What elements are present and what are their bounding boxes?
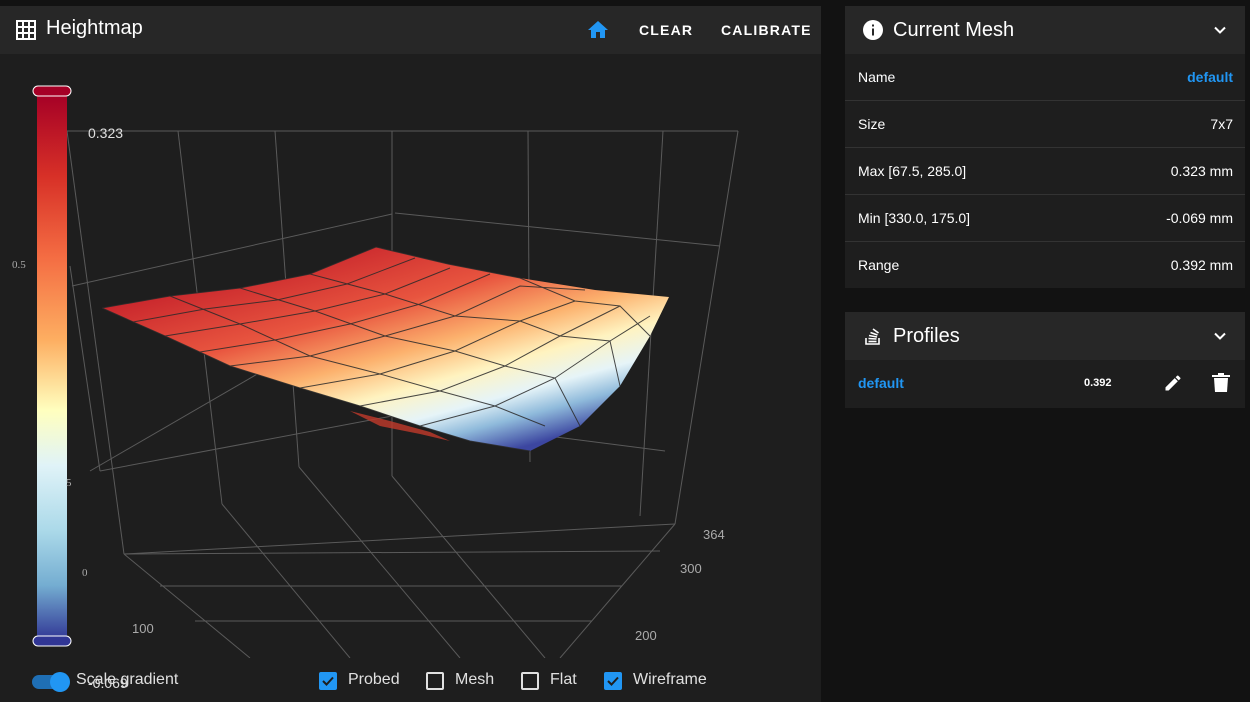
colorbar-max-handle[interactable]: [32, 85, 72, 97]
calibrate-button[interactable]: CALIBRATE: [721, 22, 812, 38]
mesh-row-value: 0.392 mm: [1170, 257, 1233, 273]
mesh-checkbox[interactable]: [426, 672, 444, 690]
wireframe-checkbox[interactable]: [604, 672, 622, 690]
mesh-row-label: Max [67.5, 285.0]: [858, 163, 967, 179]
y-tick-364: 364: [703, 527, 725, 542]
probed-label: Probed: [348, 671, 400, 688]
mesh-row-value: -0.069 mm: [1166, 210, 1233, 226]
clear-button[interactable]: CLEAR: [639, 22, 693, 38]
chevron-down-icon[interactable]: [1213, 23, 1227, 37]
mesh-row-min: Min [330.0, 175.0] -0.069 mm: [845, 194, 1245, 241]
colorbar-max-label: 0.323: [88, 125, 124, 141]
heightmap-title: Heightmap: [46, 17, 143, 39]
profile-name-link[interactable]: default: [858, 375, 904, 391]
profiles-card: Profiles default 0.392: [845, 312, 1245, 408]
flat-label: Flat: [550, 671, 577, 688]
mesh-label: Mesh: [455, 671, 495, 688]
mesh-row-range: Range 0.392 mm: [845, 241, 1245, 288]
heightmap-card: Heightmap CLEAR CALIBRATE 0.5 5 0 100 20…: [0, 6, 821, 702]
check-icon: [607, 676, 619, 686]
delete-icon[interactable]: [1212, 373, 1230, 393]
flat-checkbox[interactable]: [521, 672, 539, 690]
colorbar: [37, 94, 67, 640]
profile-row: default 0.392: [845, 360, 1245, 408]
heightmap-footer: Scale gradient Probed Mesh Flat Wirefram…: [0, 658, 821, 702]
z-tick-low: 5: [66, 477, 72, 489]
scale-gradient-label: Scale gradient: [76, 671, 179, 688]
heightmap-header: Heightmap CLEAR CALIBRATE: [0, 6, 821, 54]
grid-icon: [16, 20, 36, 40]
z-tick-mid: 0.5: [12, 259, 26, 271]
heightmap-3d-surface: 0.5 5 0 100 200 300 364: [12, 85, 739, 658]
mesh-row-max: Max [67.5, 285.0] 0.323 mm: [845, 147, 1245, 194]
mesh-row-label: Name: [858, 69, 896, 85]
mesh-row-label: Min [330.0, 175.0]: [858, 210, 971, 226]
profiles-header[interactable]: Profiles: [845, 312, 1245, 360]
x-tick-100: 100: [132, 621, 154, 636]
mesh-name-link[interactable]: default: [1187, 69, 1233, 85]
mesh-row-value: 0.323 mm: [1170, 163, 1233, 179]
mesh-row-label: Size: [858, 116, 886, 132]
mesh-row-label: Range: [858, 257, 900, 273]
z-tick-zero: 0: [82, 567, 88, 579]
y-tick-300: 300: [680, 561, 702, 576]
current-mesh-header[interactable]: Current Mesh: [845, 6, 1245, 54]
mesh-row-size: Size 7x7: [845, 100, 1245, 147]
current-mesh-card: Current Mesh Name default Size 7x7 Max […: [845, 6, 1245, 288]
scale-gradient-toggle[interactable]: [32, 672, 70, 692]
wireframe-label: Wireframe: [633, 671, 707, 688]
mesh-row-value: 7x7: [1210, 116, 1233, 132]
y-tick-200: 200: [635, 628, 657, 643]
current-mesh-title: Current Mesh: [893, 19, 1015, 41]
chevron-down-icon[interactable]: [1213, 329, 1227, 343]
profile-range: 0.392: [1084, 377, 1112, 389]
check-icon: [322, 676, 334, 686]
toggle-knob: [50, 672, 70, 692]
colorbar-min-handle[interactable]: [32, 635, 72, 647]
stack-icon: [865, 328, 880, 345]
mesh-row-name: Name default: [845, 54, 1245, 101]
home-icon[interactable]: [585, 18, 611, 42]
heightmap-plot[interactable]: 0.5 5 0 100 200 300 364 0.323 -0.069: [0, 54, 821, 691]
info-icon: [863, 20, 883, 40]
probed-checkbox[interactable]: [319, 672, 337, 690]
edit-icon[interactable]: [1163, 373, 1183, 393]
profiles-title: Profiles: [893, 325, 960, 347]
